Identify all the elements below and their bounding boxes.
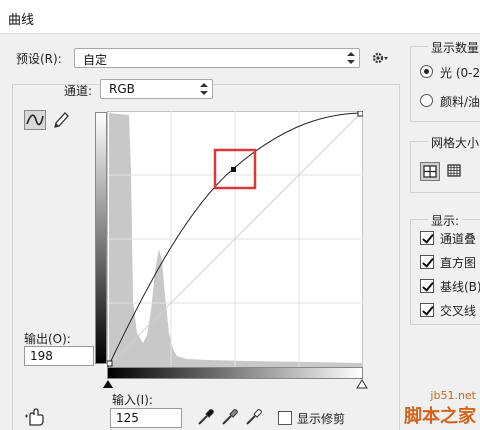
preset-select[interactable]: 自定	[74, 48, 360, 68]
preset-value: 自定	[83, 53, 108, 67]
pencil-tool-button[interactable]	[52, 110, 70, 130]
watermark-url: jb51.net	[430, 389, 476, 402]
intersection-line-checkbox[interactable]	[420, 303, 434, 317]
on-image-adjust-tool-button[interactable]	[24, 406, 48, 428]
preset-label: 预设(R):	[16, 52, 62, 66]
display-amount-label: 显示数量	[428, 39, 480, 56]
grid-detailed-button[interactable]	[445, 162, 465, 181]
display-amount-group	[410, 46, 480, 122]
output-label: 输出(O):	[24, 332, 71, 346]
baseline-checkbox[interactable]	[420, 279, 434, 293]
channel-label: 通道:	[64, 84, 93, 98]
grid-size-label: 网格大小	[428, 134, 480, 151]
pigment-radio-label: 颜料/油	[440, 95, 480, 109]
simple-grid-icon	[423, 165, 437, 178]
pencil-icon	[54, 112, 69, 128]
selected-curve-point[interactable]	[231, 167, 236, 172]
detailed-grid-icon	[447, 164, 461, 177]
histogram-label: 直方图	[440, 256, 477, 270]
white-input-slider[interactable]	[356, 379, 368, 389]
watermark: jb51.net 脚本之家	[404, 389, 476, 428]
watermark-brand: 脚本之家	[404, 406, 476, 427]
input-field[interactable]: 125	[110, 408, 182, 428]
title-bar: 曲线	[0, 0, 480, 34]
baseline-label: 基线(B)	[440, 280, 480, 294]
curve-point-tool-button[interactable]	[24, 110, 46, 130]
show-clipping-label: 显示修剪	[297, 412, 346, 426]
white-point-handle[interactable]	[357, 111, 363, 117]
input-label: 输入(I):	[112, 393, 153, 407]
pigment-radio[interactable]	[420, 94, 433, 107]
curve-tool-icon	[26, 114, 44, 126]
curves-graph[interactable]	[107, 111, 363, 367]
show-clipping-checkbox[interactable]	[278, 411, 292, 425]
black-point-handle[interactable]	[107, 360, 113, 367]
window-title: 曲线	[8, 13, 35, 28]
channel-value: RGB	[109, 82, 135, 96]
output-gradient-bar	[95, 112, 107, 364]
channel-overlays-label: 通道叠	[440, 232, 477, 246]
light-radio[interactable]	[420, 65, 433, 78]
gray-point-eyedropper-button[interactable]	[220, 407, 240, 427]
histogram-checkbox[interactable]	[420, 255, 434, 269]
channel-overlays-checkbox[interactable]	[420, 231, 434, 245]
black-point-eyedropper-button[interactable]	[196, 407, 216, 427]
black-eyedropper-icon	[198, 409, 214, 425]
gray-eyedropper-icon	[222, 409, 238, 425]
select-arrows-icon	[347, 52, 355, 64]
white-point-eyedropper-button[interactable]	[244, 407, 264, 427]
input-gradient-bar	[107, 367, 363, 379]
select-arrows-icon	[200, 83, 208, 95]
light-radio-label: 光 (0-2	[440, 66, 480, 80]
grid-simple-button[interactable]	[420, 162, 440, 181]
channel-select[interactable]: RGB	[100, 79, 213, 99]
hand-target-icon	[25, 408, 44, 426]
intersection-line-label: 交叉线	[440, 304, 477, 318]
white-eyedropper-icon	[246, 409, 262, 425]
output-field[interactable]: 198	[24, 346, 94, 366]
show-label: 显示:	[428, 212, 463, 229]
black-input-slider[interactable]	[102, 379, 114, 389]
preset-options-gear-icon[interactable]	[370, 48, 392, 68]
